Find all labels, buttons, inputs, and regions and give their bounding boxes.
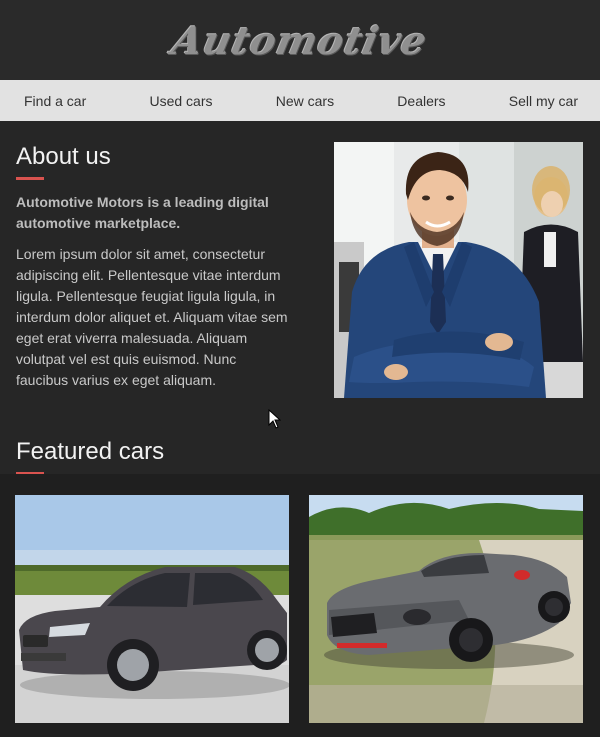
mouse-cursor — [268, 408, 282, 434]
businessman-photo — [334, 142, 583, 398]
car-card[interactable] — [309, 495, 583, 723]
title-underline — [16, 177, 44, 180]
featured-title: Featured cars — [16, 438, 165, 465]
about-title: About us — [16, 143, 111, 170]
nav-find-a-car[interactable]: Find a car — [24, 93, 86, 109]
car-card[interactable] — [15, 495, 289, 723]
about-section: About us Automotive Motors is a leading … — [0, 121, 600, 435]
about-body: Lorem ipsum dolor sit amet, consectetur … — [16, 246, 288, 388]
featured-header: Featured cars — [16, 438, 164, 475]
nav-dealers[interactable]: Dealers — [397, 93, 445, 109]
featured-cars-grid — [0, 474, 600, 737]
main-nav: Find a car Used cars New cars Dealers Se… — [0, 80, 600, 121]
site-header: Automotive — [0, 0, 600, 80]
about-text: About us Automotive Motors is a leading … — [16, 143, 291, 391]
about-lead: Automotive Motors is a leading digital a… — [16, 194, 269, 231]
nav-used-cars[interactable]: Used cars — [149, 93, 212, 109]
sedan-photo — [15, 495, 289, 723]
nav-sell-my-car[interactable]: Sell my car — [509, 93, 578, 109]
convertible-photo — [309, 495, 583, 723]
site-logo[interactable]: Automotive — [168, 18, 431, 63]
nav-new-cars[interactable]: New cars — [276, 93, 334, 109]
